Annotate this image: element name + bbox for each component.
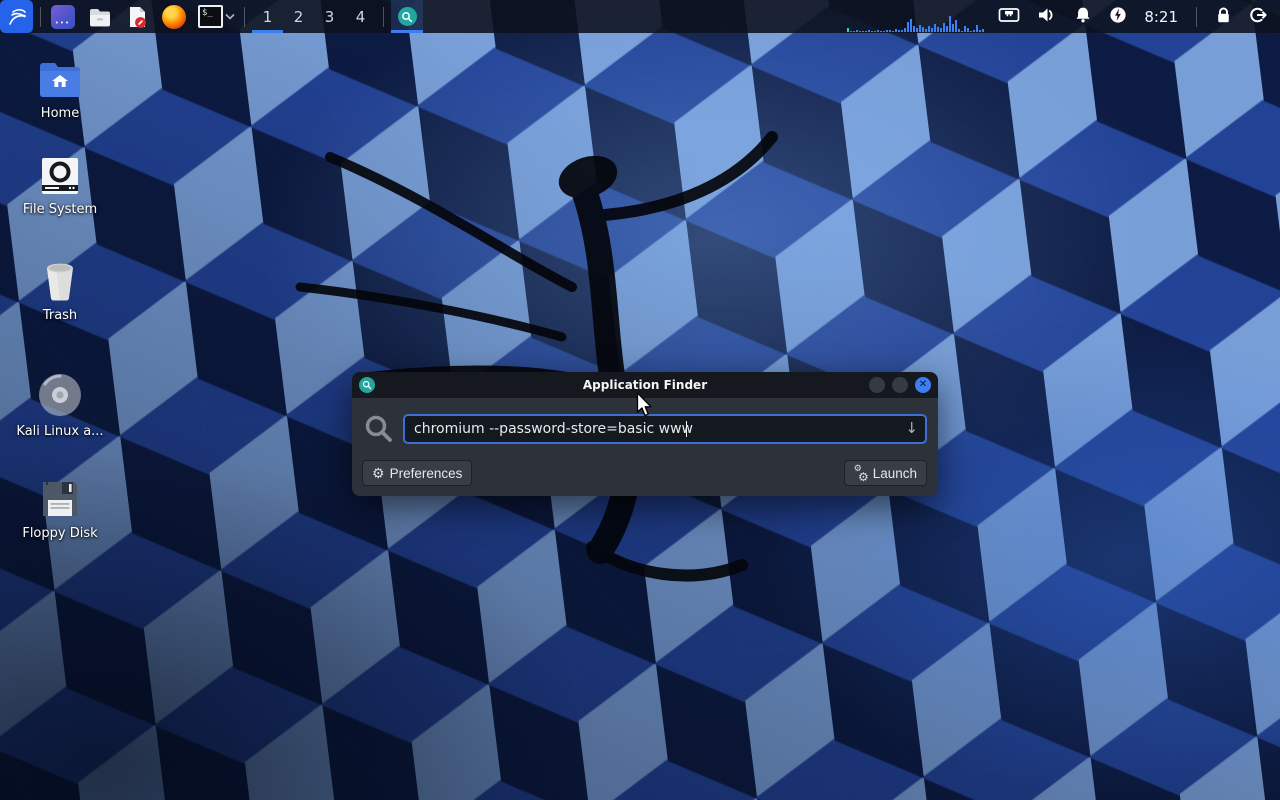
clock[interactable]: 8:21 — [1144, 8, 1178, 26]
trash-can-icon — [39, 260, 81, 302]
minimize-button[interactable] — [869, 377, 885, 393]
desktop-icon-label: Floppy Disk — [22, 526, 97, 541]
system-tray: 8:21 — [998, 6, 1268, 28]
firefox-icon — [162, 5, 186, 29]
launch-label: Launch — [873, 466, 917, 481]
desktop-icon-label: Kali Linux a... — [16, 424, 103, 439]
home-folder-icon — [38, 60, 82, 100]
workspace-3[interactable]: 3 — [314, 0, 345, 33]
application-finder-window: Application Finder ✕ ↓ ⚙ Preferences — [352, 372, 938, 496]
panel-separator — [244, 7, 245, 27]
command-input[interactable] — [403, 414, 927, 444]
firefox-launcher[interactable] — [161, 4, 186, 29]
floppy-disk-icon — [39, 478, 81, 520]
desktop-icon-label: File System — [23, 202, 97, 217]
document-edit-icon — [125, 5, 149, 29]
desktop-icon-trash[interactable]: Trash — [10, 260, 110, 323]
kali-logo-icon — [5, 5, 29, 29]
top-panel: ••• $_ 1 — [0, 0, 1280, 33]
desktop-icon-file-system[interactable]: File System — [10, 156, 110, 217]
workspace-2[interactable]: 2 — [283, 0, 314, 33]
search-icon — [398, 7, 417, 26]
mouse-cursor — [636, 392, 654, 418]
preferences-label: Preferences — [390, 466, 463, 481]
notifications-bell-icon[interactable] — [1074, 6, 1092, 28]
lock-icon[interactable] — [1215, 6, 1232, 28]
launch-gears-icon: ⚙⚙ — [854, 466, 868, 481]
purple-app-icon: ••• — [51, 5, 75, 29]
desktop-icon-floppy[interactable]: Floppy Disk — [10, 478, 110, 541]
panel-separator — [383, 7, 384, 27]
volume-icon[interactable] — [1037, 6, 1057, 28]
optical-disc-icon — [37, 372, 83, 418]
close-button[interactable]: ✕ — [915, 377, 931, 393]
titlebar-buttons: ✕ — [869, 377, 931, 393]
gear-icon: ⚙ — [372, 466, 385, 480]
maximize-button[interactable] — [892, 377, 908, 393]
panel-separator — [40, 7, 41, 27]
workspace-switcher: 1 2 3 4 — [252, 0, 376, 33]
panel-separator — [1196, 7, 1197, 27]
launcher-group: ••• $_ — [48, 4, 237, 29]
search-icon-large — [362, 412, 396, 446]
folder-icon — [88, 5, 112, 29]
kali-dragon-silhouette — [270, 115, 930, 585]
network-icon[interactable] — [998, 6, 1020, 28]
desktop-icon-home[interactable]: Home — [10, 60, 110, 121]
text-caret — [686, 421, 687, 437]
dropdown-arrow-icon[interactable]: ↓ — [905, 419, 918, 437]
desktop-icon-kali-cd[interactable]: Kali Linux a... — [10, 372, 110, 439]
desktop-icon-label: Trash — [43, 308, 77, 323]
desktop-icon-label: Home — [41, 106, 79, 121]
logout-icon[interactable] — [1249, 6, 1268, 28]
preferences-button[interactable]: ⚙ Preferences — [362, 460, 472, 486]
command-input-wrap: ↓ — [403, 414, 927, 444]
terminal-icon: $_ — [198, 5, 223, 28]
launch-button[interactable]: ⚙⚙ Launch — [844, 460, 927, 486]
hard-disk-icon — [39, 156, 81, 196]
app-launcher-button[interactable]: ••• — [50, 4, 75, 29]
file-manager-launcher[interactable] — [87, 4, 112, 29]
workspace-1[interactable]: 1 — [252, 0, 283, 33]
application-finder-button[interactable] — [391, 0, 423, 33]
system-monitor[interactable] — [847, 0, 984, 33]
power-manager-icon[interactable] — [1109, 6, 1127, 28]
text-editor-launcher[interactable] — [124, 4, 149, 29]
terminal-launcher[interactable]: $_ — [198, 4, 235, 29]
workspace-4[interactable]: 4 — [345, 0, 376, 33]
chevron-down-icon[interactable] — [225, 13, 235, 20]
window-title: Application Finder — [352, 378, 938, 392]
applications-menu-button[interactable] — [0, 0, 33, 33]
